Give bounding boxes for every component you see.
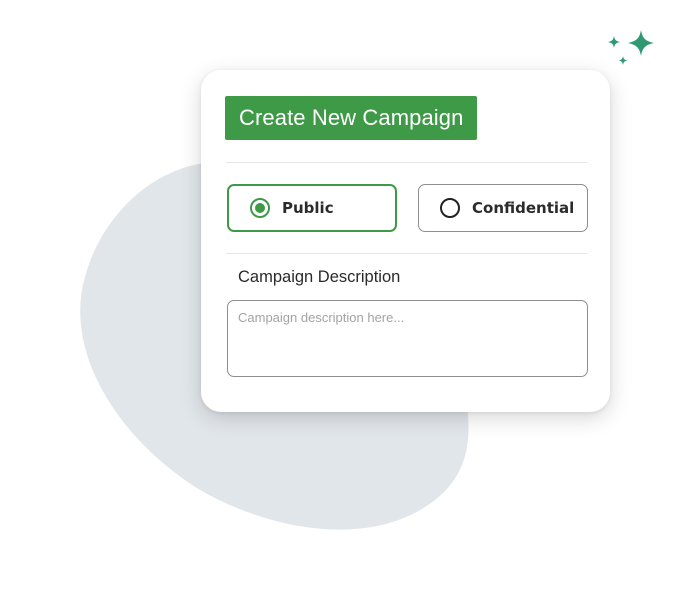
campaign-description-label: Campaign Description <box>238 268 401 286</box>
sparkles-icon <box>608 30 654 65</box>
radio-unselected-icon[interactable] <box>440 198 460 218</box>
visibility-option-public[interactable]: Public <box>227 184 397 232</box>
visibility-option-label: Confidential <box>472 199 575 217</box>
divider <box>226 253 587 254</box>
campaign-description-input[interactable] <box>227 300 588 377</box>
divider <box>226 162 587 163</box>
campaign-card: Create New Campaign Public Confidential … <box>201 70 610 412</box>
visibility-option-label: Public <box>282 199 334 217</box>
create-new-campaign-button[interactable]: Create New Campaign <box>225 96 478 140</box>
radio-selected-icon[interactable] <box>250 198 270 218</box>
stage: Create New Campaign Public Confidential … <box>0 0 700 600</box>
visibility-option-confidential[interactable]: Confidential <box>418 184 588 232</box>
